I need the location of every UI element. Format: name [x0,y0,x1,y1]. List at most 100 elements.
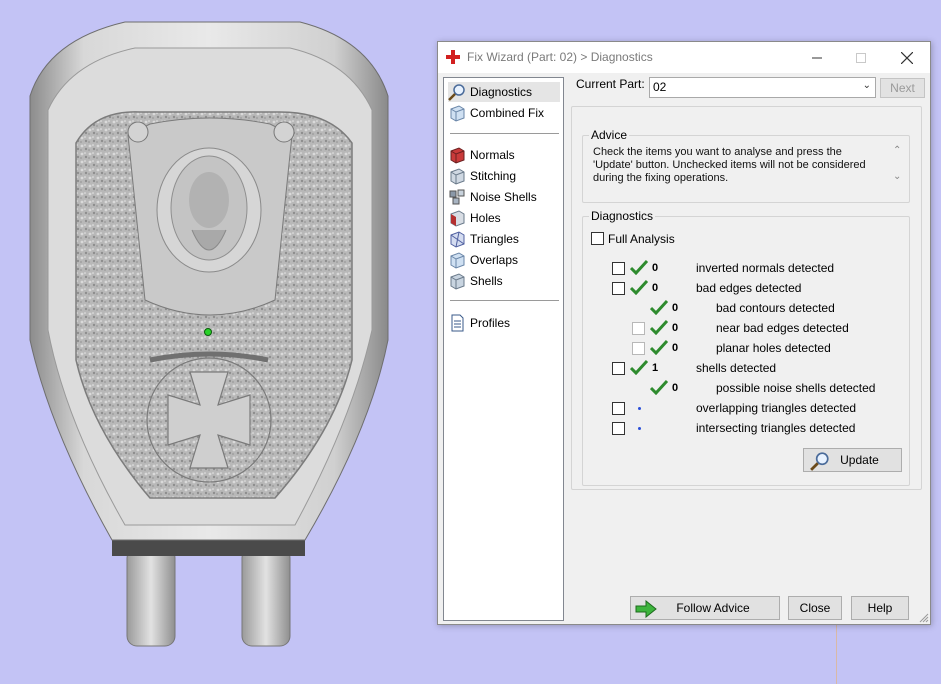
advice-scrollbar[interactable]: ⌃ ⌄ [890,145,906,195]
intersecting-triangles-checkbox[interactable] [612,422,625,435]
full-analysis-checkbox[interactable] [591,232,604,245]
nav-label: Triangles [470,232,519,246]
green-check-icon [650,319,668,335]
selection-point[interactable] [204,328,212,336]
holes-cube-icon [450,210,465,227]
nav-label: Shells [470,274,503,288]
close-window-button[interactable] [884,42,929,73]
green-check-icon [630,359,648,375]
noise-shells-icon [449,189,465,205]
near-bad-edges-checkbox[interactable] [632,322,645,335]
3d-viewport[interactable] [0,0,837,684]
green-arrow-icon [635,600,657,618]
follow-advice-button[interactable]: Follow Advice [630,596,780,620]
red-cross-icon [446,50,460,64]
magnifier-icon [448,84,465,101]
diag-row-label: inverted normals detected [696,261,835,275]
nav-label: Stitching [470,169,517,183]
model-leg-left [126,547,176,647]
diag-count: 0 [672,302,679,314]
nav-item-combined-fix[interactable]: Combined Fix [448,103,560,123]
diag-row-label: possible noise shells detected [716,381,876,395]
green-check-icon [650,379,668,395]
nav-label: Profiles [470,316,511,330]
cube-icon [450,105,465,122]
nav-label: Holes [470,211,501,225]
resize-grip-icon[interactable] [919,613,929,623]
minimize-icon [811,57,822,58]
minimize-button[interactable] [794,42,839,73]
close-button[interactable]: Close [788,596,842,620]
pending-dot-icon [638,407,641,410]
diag-row-label: bad edges detected [696,281,802,295]
nav-item-overlaps[interactable]: Overlaps [448,250,560,270]
diag-count: 0 [672,342,679,354]
diag-count: 0 [672,382,679,394]
advice-legend: Advice [589,128,630,142]
advice-group: Advice Check the items you want to analy… [582,128,910,203]
current-part-select[interactable]: 02 ⌄ [649,77,876,98]
nav-item-profiles[interactable]: Profiles [448,313,560,333]
follow-advice-label: Follow Advice [676,601,750,615]
diag-row-label: shells detected [696,361,777,375]
advice-line: 'Update' button. Unchecked items will no… [593,159,866,171]
help-button[interactable]: Help [851,596,909,620]
overlaps-cube-icon [450,252,465,269]
scroll-down-icon[interactable]: ⌄ [893,171,901,182]
normals-cube-icon [450,147,465,164]
advice-line: during the fixing operations. [593,172,729,184]
diag-count: 0 [672,322,679,334]
maximize-icon [855,52,866,63]
shells-checkbox[interactable] [612,362,625,375]
diag-row-label: bad contours detected [716,301,835,315]
full-analysis-label: Full Analysis [608,232,675,246]
maximize-button[interactable] [838,42,883,73]
diag-row-label: near bad edges detected [716,321,849,335]
next-button[interactable]: Next [880,78,925,98]
advice-text: Check the items you want to analyse and … [592,146,887,196]
stitching-cube-icon [450,168,465,185]
green-check-icon [650,299,668,315]
scroll-up-icon[interactable]: ⌃ [893,145,901,156]
nav-item-holes[interactable]: Holes [448,208,560,228]
current-part-value: 02 [653,80,667,94]
green-check-icon [630,279,648,295]
3d-model[interactable] [0,0,437,684]
diagnostics-group: Diagnostics Full Analysis 0 inverted nor… [582,209,910,486]
magnifier-icon [810,452,829,471]
nav-item-stitching[interactable]: Stitching [448,166,560,186]
nav-label: Overlaps [470,253,519,267]
green-check-icon [650,339,668,355]
diag-row-label: planar holes detected [716,341,831,355]
close-icon [900,51,913,64]
diag-count: 0 [652,262,659,274]
diag-row-label: overlapping triangles detected [696,401,857,415]
title-bar[interactable]: Fix Wizard (Part: 02) > Diagnostics [438,42,930,73]
nav-label: Combined Fix [470,106,545,120]
nav-item-shells[interactable]: Shells [448,271,560,291]
update-label: Update [840,453,879,467]
document-icon [451,314,464,332]
nav-label: Diagnostics [470,85,533,99]
green-check-icon [630,259,648,275]
nav-item-triangles[interactable]: Triangles [448,229,560,249]
diag-row-label: intersecting triangles detected [696,421,856,435]
nav-item-normals[interactable]: Normals [448,145,560,165]
current-part-label: Current Part: [576,77,645,91]
bad-edges-checkbox[interactable] [612,282,625,295]
nav-item-noise-shells[interactable]: Noise Shells [448,187,560,207]
overlapping-triangles-checkbox[interactable] [612,402,625,415]
window-title: Fix Wizard (Part: 02) > Diagnostics [467,50,653,64]
update-button[interactable]: Update [803,448,902,472]
fix-wizard-dialog: Fix Wizard (Part: 02) > Diagnostics Diag… [437,41,931,625]
shells-cube-icon [450,273,465,290]
diag-count: 0 [652,282,659,294]
diagnostics-legend: Diagnostics [589,209,656,223]
nav-label: Noise Shells [470,190,537,204]
planar-holes-checkbox[interactable] [632,342,645,355]
nav-label: Normals [470,148,515,162]
inverted-normals-checkbox[interactable] [612,262,625,275]
fix-nav-panel: Diagnostics Combined Fix Normals Stitchi… [443,77,564,621]
nav-item-diagnostics[interactable]: Diagnostics [448,82,560,102]
advice-line: Check the items you want to analyse and … [593,146,842,158]
